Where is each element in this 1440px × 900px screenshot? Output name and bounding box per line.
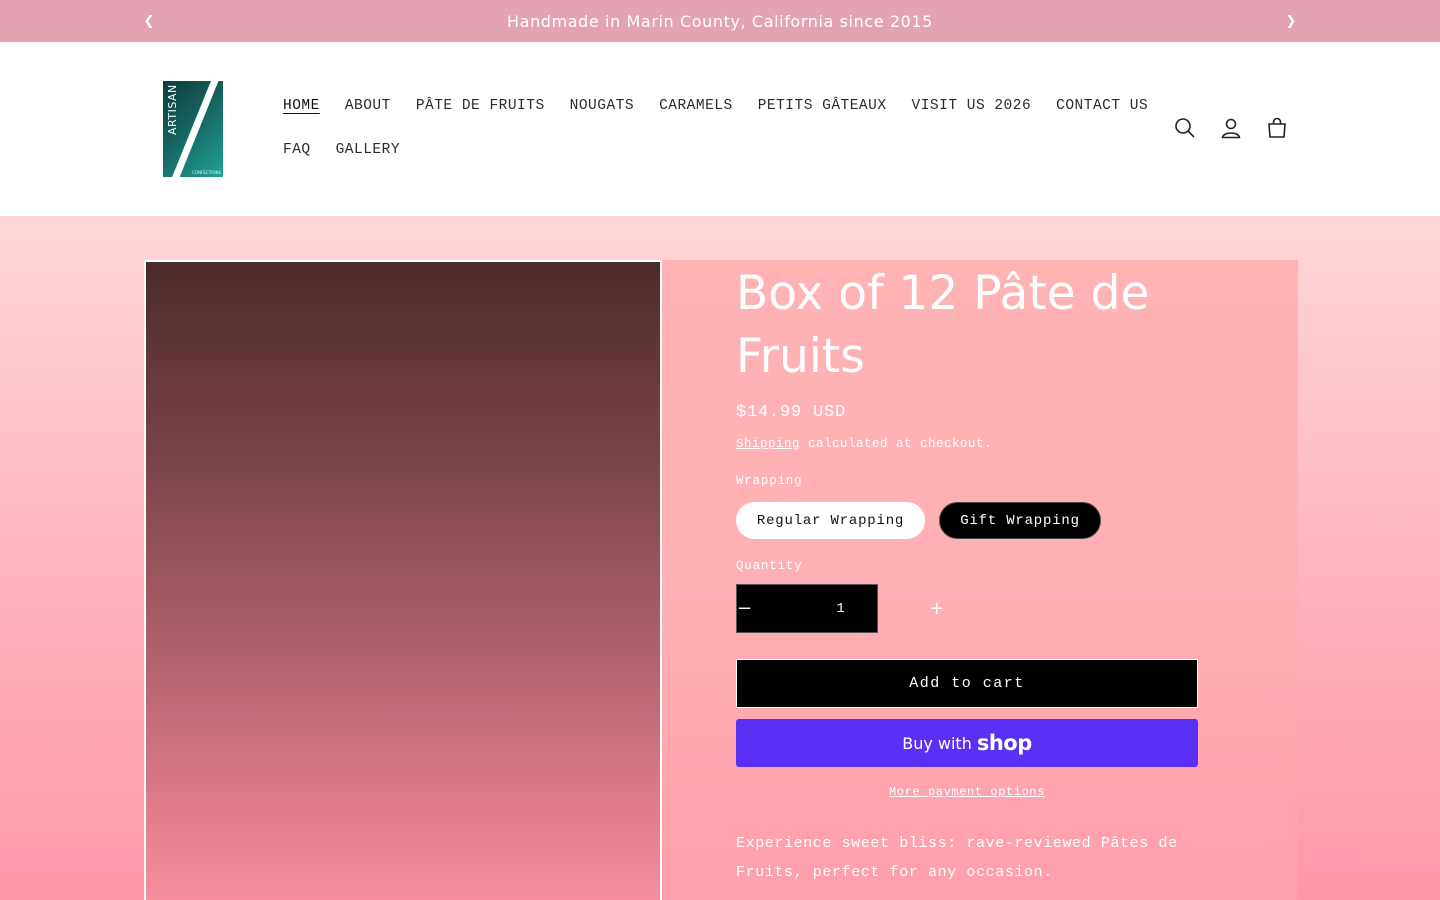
account-icon[interactable]: [1219, 116, 1243, 140]
add-to-cart-button[interactable]: Add to cart: [736, 659, 1198, 708]
main-nav-row-1: HOME ABOUT PÂTE DE FRUITS NOUGATS CARAME…: [283, 98, 1148, 114]
more-payment-options-link[interactable]: More payment options: [736, 785, 1198, 799]
nav-nougats[interactable]: NOUGATS: [570, 98, 634, 114]
logo-subtext: CONFECTIONS: [192, 170, 221, 175]
shipping-note: Shipping calculated at checkout.: [736, 437, 992, 451]
logo-text: ARTISAN: [166, 84, 179, 135]
nav-contact-us[interactable]: CONTACT US: [1056, 98, 1148, 114]
search-icon[interactable]: [1173, 116, 1197, 140]
nav-faq[interactable]: FAQ: [283, 142, 311, 158]
product-price: $14.99 USD: [736, 403, 847, 422]
header-icons: [1173, 116, 1289, 140]
buy-with-text: Buy with: [902, 733, 972, 753]
nav-gallery[interactable]: GALLERY: [336, 142, 400, 158]
plus-icon: +: [929, 598, 945, 619]
nav-about[interactable]: ABOUT: [345, 98, 391, 114]
wrapping-label: Wrapping: [736, 474, 803, 488]
buy-with-shop-button[interactable]: Buy with shop: [736, 719, 1198, 767]
minus-icon: −: [737, 598, 753, 619]
product-title: Box of 12 Pâte de Fruits: [736, 266, 1150, 384]
gift-wrapping-option[interactable]: Gift Wrapping: [939, 502, 1101, 539]
quantity-decrease-button[interactable]: −: [737, 585, 752, 632]
product-image[interactable]: [144, 260, 662, 900]
chevron-left-icon[interactable]: ❮: [140, 12, 158, 30]
quantity-label: Quantity: [736, 559, 803, 573]
quantity-input[interactable]: [752, 600, 930, 617]
main-nav-row-2: FAQ GALLERY: [283, 142, 400, 158]
quantity-increase-button[interactable]: +: [929, 585, 944, 632]
announcement-text: Handmade in Marin County, California sin…: [507, 11, 933, 31]
shipping-note-text: calculated at checkout.: [800, 437, 993, 451]
nav-pate-de-fruits[interactable]: PÂTE DE FRUITS: [416, 98, 545, 114]
cart-icon[interactable]: [1265, 116, 1289, 140]
chevron-right-icon[interactable]: ❯: [1282, 12, 1300, 30]
regular-wrapping-option[interactable]: Regular Wrapping: [736, 502, 925, 539]
shop-logo: shop: [976, 731, 1032, 755]
nav-petits-gateaux[interactable]: PETITS GÂTEAUX: [758, 98, 887, 114]
product-description: Experience sweet bliss: rave-reviewed Pâ…: [736, 835, 1178, 881]
quantity-stepper: − +: [736, 584, 944, 633]
site-header: ARTISAN CONFECTIONS HOME ABOUT PÂTE DE F…: [0, 42, 1440, 216]
nav-caramels[interactable]: CARAMELS: [659, 98, 733, 114]
nav-home[interactable]: HOME: [283, 98, 320, 114]
announcement-bar: ❮ Handmade in Marin County, California s…: [0, 0, 1440, 42]
artisan-logo[interactable]: ARTISAN CONFECTIONS: [163, 81, 223, 177]
shipping-link[interactable]: Shipping: [736, 437, 800, 451]
nav-visit-us[interactable]: VISIT US 2026: [912, 98, 1032, 114]
